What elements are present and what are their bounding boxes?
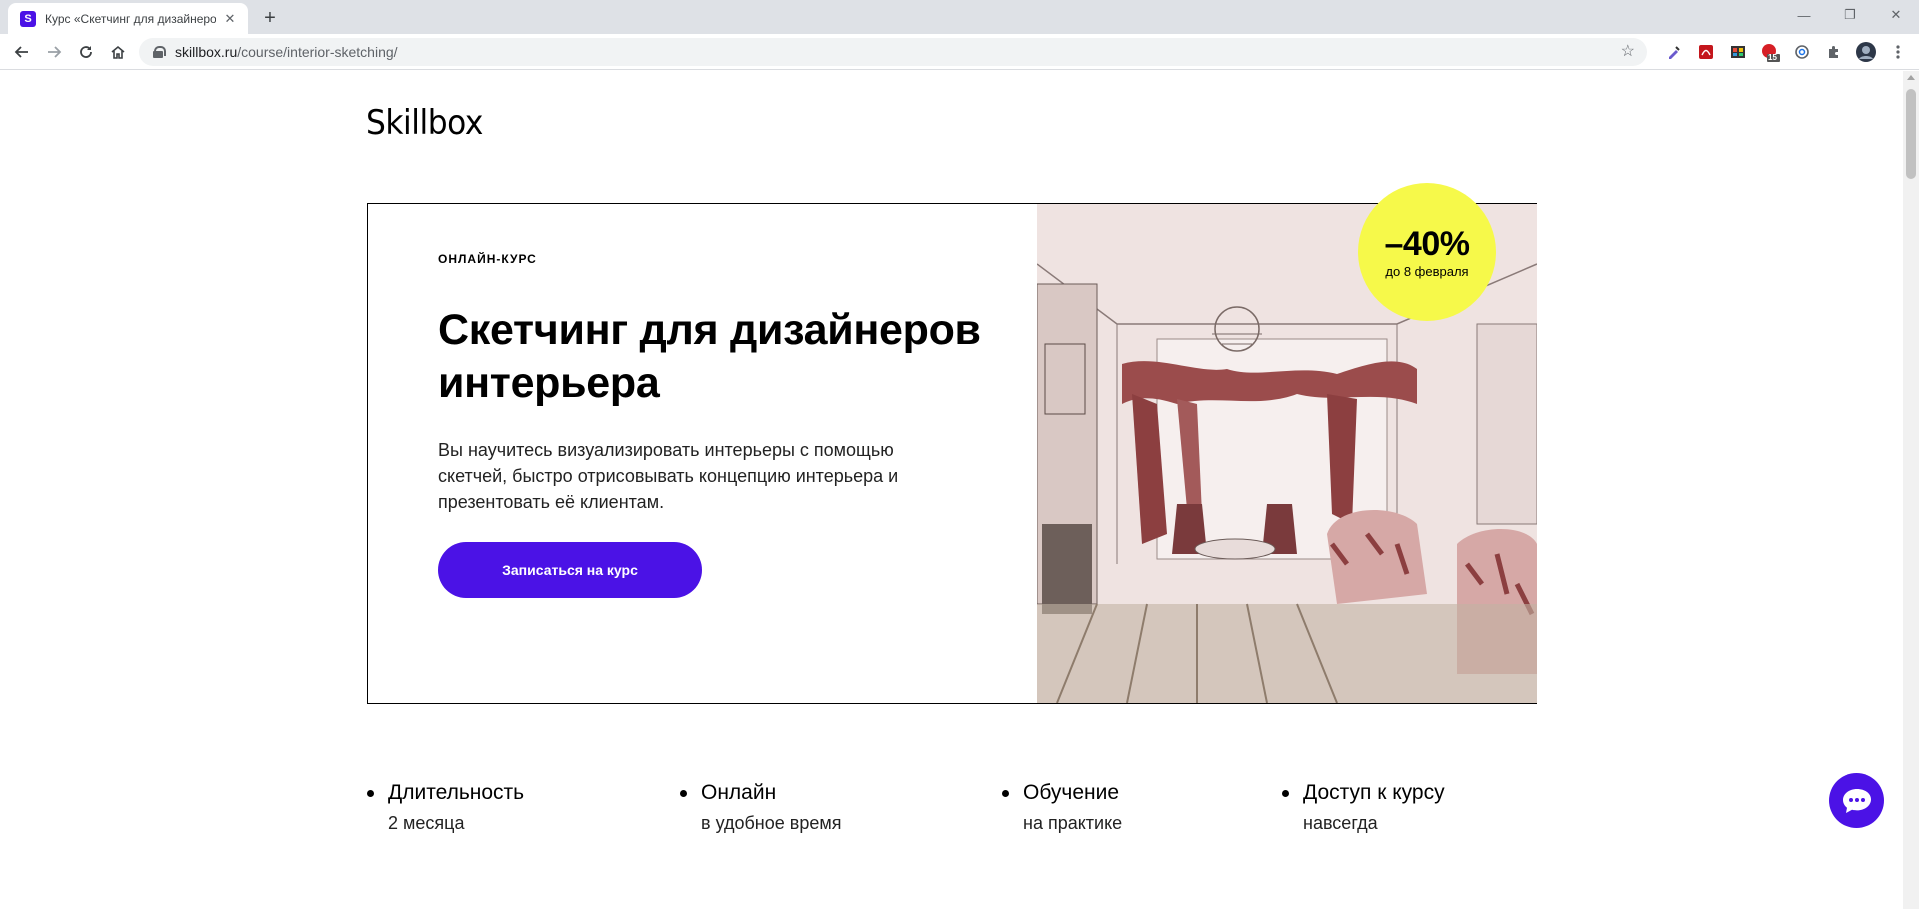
extensions-puzzle-icon[interactable] — [1824, 42, 1844, 62]
page-content: Skillbox ОНЛАЙН-КУРС Скетчинг для дизайн… — [0, 71, 1903, 909]
discount-percent: –40% — [1384, 224, 1470, 263]
back-arrow-icon[interactable] — [8, 38, 36, 66]
bullet-icon — [1282, 790, 1289, 797]
lock-icon — [153, 46, 166, 58]
profile-avatar-icon[interactable] — [1856, 42, 1876, 62]
feature-subtitle: в удобное время — [701, 813, 842, 833]
reload-icon[interactable] — [72, 38, 100, 66]
close-tab-icon[interactable]: ✕ — [222, 11, 238, 27]
adblock-extension-icon[interactable]: 15 — [1760, 42, 1780, 62]
bullet-icon — [367, 790, 374, 797]
tab-title: Курс «Скетчинг для дизайнеров интерьера» — [45, 11, 216, 26]
eyedropper-extension-icon[interactable] — [1664, 42, 1684, 62]
browser-toolbar: skillbox.ru/course/interior-sketching/ ☆… — [0, 34, 1919, 70]
window-close-icon[interactable]: ✕ — [1873, 0, 1919, 30]
feature-subtitle: 2 месяца — [388, 813, 465, 833]
hero-card: ОНЛАЙН-КУРС Скетчинг для дизайнеров инте… — [367, 183, 1537, 704]
color-extension-icon[interactable] — [1728, 42, 1748, 62]
chat-bubble-icon — [1842, 788, 1871, 813]
url-text: skillbox.ru/course/interior-sketching/ — [175, 44, 398, 60]
new-tab-button[interactable]: + — [258, 6, 282, 30]
enroll-button[interactable]: Записаться на курс — [438, 542, 702, 598]
feature-title: Длительность — [388, 781, 525, 804]
discount-deadline: до 8 февраля — [1385, 263, 1469, 279]
hero-description: Вы научитесь визуализировать интерьеры с… — [438, 440, 899, 512]
bookmark-star-icon[interactable]: ☆ — [1621, 41, 1635, 61]
feature-subtitle: на практике — [1023, 813, 1123, 833]
url-host: skillbox.ru — [175, 44, 238, 60]
chat-button[interactable] — [1829, 773, 1884, 828]
scroll-up-icon[interactable] — [1907, 75, 1915, 80]
extension-badge: 15 — [1768, 53, 1777, 62]
bullet-icon — [1002, 790, 1009, 797]
course-features: Длительность 2 месяца Онлайн в удобное в… — [367, 781, 1537, 841]
bullet-icon — [680, 790, 687, 797]
scroll-thumb[interactable] — [1906, 89, 1916, 179]
discount-badge: –40% до 8 февраля — [1358, 183, 1496, 321]
address-bar[interactable]: skillbox.ru/course/interior-sketching/ ☆ — [139, 38, 1647, 66]
restore-icon[interactable]: ❐ — [1827, 0, 1873, 30]
hero-title: Скетчинг для дизайнеров интерьера — [438, 306, 981, 407]
window-controls: — ❐ ✕ — [1781, 0, 1919, 30]
sync-extension-icon[interactable] — [1792, 42, 1812, 62]
minimize-icon[interactable]: — — [1781, 0, 1827, 30]
page-scrollbar[interactable] — [1903, 71, 1919, 909]
feature-subtitle: навсегда — [1303, 813, 1378, 833]
url-path: /course/interior-sketching/ — [237, 44, 398, 60]
browser-tab-bar: S Курс «Скетчинг для дизайнеров интерьер… — [0, 0, 1919, 34]
pdf-extension-icon[interactable] — [1696, 42, 1716, 62]
feature-title: Онлайн — [701, 781, 777, 804]
feature-title: Доступ к курсу — [1303, 781, 1445, 804]
browser-tab[interactable]: S Курс «Скетчинг для дизайнеров интерьер… — [8, 3, 248, 34]
hero-eyebrow: ОНЛАЙН-КУРС — [438, 252, 537, 266]
skillbox-favicon-icon: S — [20, 10, 36, 27]
forward-arrow-icon[interactable] — [40, 38, 68, 66]
feature-title: Обучение — [1023, 781, 1120, 804]
home-icon[interactable] — [104, 38, 132, 66]
browser-menu-icon[interactable] — [1888, 42, 1908, 62]
skillbox-logo[interactable]: Skillbox — [366, 103, 483, 143]
